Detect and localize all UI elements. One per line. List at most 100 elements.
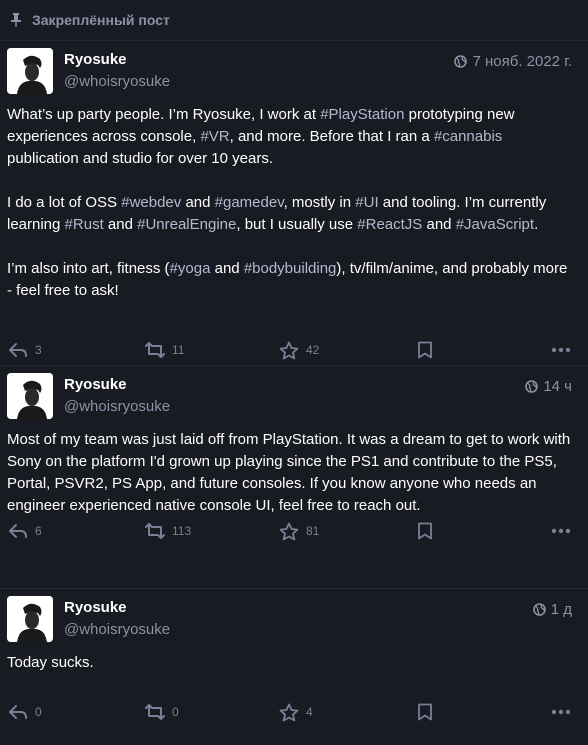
favourite-button[interactable]: 4 xyxy=(279,693,313,731)
avatar[interactable] xyxy=(7,48,53,94)
avatar[interactable] xyxy=(7,596,53,642)
reply-button[interactable]: 6 xyxy=(8,512,42,550)
status-paragraph: Today sucks. xyxy=(7,652,574,674)
ellipsis-icon xyxy=(551,709,571,715)
status-post[interactable]: Ryosuke @whoisryosuke 1 д Today sucks. 0… xyxy=(0,589,588,745)
star-icon xyxy=(279,703,299,721)
favourite-count: 42 xyxy=(306,343,320,357)
star-icon xyxy=(279,522,299,540)
hashtag-link[interactable]: #PlayStation xyxy=(320,106,404,123)
boost-icon xyxy=(145,523,165,539)
boost-button[interactable]: 11 xyxy=(145,331,184,369)
status-header: Ryosuke @whoisryosuke 7 нояб. 2022 г. xyxy=(0,41,588,97)
reply-icon xyxy=(9,343,27,357)
status-paragraph: Most of my team was just laid off from P… xyxy=(7,429,574,517)
hashtag-link[interactable]: #JavaScript xyxy=(456,216,534,233)
reply-icon xyxy=(9,705,27,719)
account-handle[interactable]: @whoisryosuke xyxy=(64,398,170,415)
star-icon xyxy=(279,341,299,359)
more-button[interactable] xyxy=(551,331,571,369)
status-text: . xyxy=(534,216,539,233)
status-paragraph: I do a lot of OSS #webdev and #gamedev , … xyxy=(7,192,574,236)
status-text: , but I usually use xyxy=(236,216,358,233)
globe-icon xyxy=(454,55,468,68)
boost-icon xyxy=(145,342,165,358)
status-text: and xyxy=(210,260,244,277)
status-post[interactable]: Ryosuke @whoisryosuke 7 нояб. 2022 г. Wh… xyxy=(0,41,588,366)
reply-icon xyxy=(9,524,27,538)
status-header: Ryosuke @whoisryosuke 14 ч xyxy=(0,366,588,422)
status-timestamp[interactable]: 7 нояб. 2022 г. xyxy=(454,53,572,70)
status-text: What’s up party people. I’m Ryosuke, I w… xyxy=(7,106,321,123)
hashtag-link[interactable]: #bodybuilding xyxy=(244,260,337,277)
bookmark-button[interactable] xyxy=(417,512,433,550)
status-text: and xyxy=(181,194,215,211)
hashtag-link[interactable]: #yoga xyxy=(170,260,211,277)
boost-count: 0 xyxy=(172,705,179,719)
status-paragraph: I’m also into art, fitness (#yoga and #b… xyxy=(7,258,574,302)
favourite-count: 81 xyxy=(306,524,320,538)
reply-button[interactable]: 0 xyxy=(8,693,42,731)
hashtag-link[interactable]: #VR xyxy=(200,128,229,145)
reply-count: 3 xyxy=(35,343,42,357)
status-text: Most of my team was just laid off from P… xyxy=(7,431,571,514)
reply-button[interactable]: 3 xyxy=(8,331,42,369)
hashtag-link[interactable]: #cannabis xyxy=(434,128,502,145)
display-name[interactable]: Ryosuke xyxy=(64,376,127,393)
display-name[interactable]: Ryosuke xyxy=(64,599,127,616)
more-button[interactable] xyxy=(551,512,571,550)
status-content: Most of my team was just laid off from P… xyxy=(0,422,588,517)
status-content: Today sucks. xyxy=(0,645,588,674)
favourite-button[interactable]: 42 xyxy=(279,331,319,369)
boost-icon xyxy=(145,704,165,720)
account-handle[interactable]: @whoisryosuke xyxy=(64,621,170,638)
pinned-post-header: Закреплённый пост xyxy=(0,0,588,41)
boost-count: 11 xyxy=(172,343,185,357)
boost-button[interactable]: 0 xyxy=(145,693,179,731)
bookmark-button[interactable] xyxy=(417,331,433,369)
globe-icon xyxy=(525,380,539,393)
account-handle[interactable]: @whoisryosuke xyxy=(64,73,170,90)
status-actions: 3 11 42 xyxy=(0,331,588,369)
favourite-count: 4 xyxy=(306,705,313,719)
hashtag-link[interactable]: #Rust xyxy=(65,216,104,233)
status-text: , and more. Before that I ran a xyxy=(229,128,434,145)
status-timestamp[interactable]: 1 д xyxy=(532,601,572,618)
pinned-post-label: Закреплённый пост xyxy=(32,12,170,28)
globe-icon xyxy=(532,603,546,616)
status-paragraph: What’s up party people. I’m Ryosuke, I w… xyxy=(7,104,574,170)
bookmark-button[interactable] xyxy=(417,693,433,731)
status-text: I do a lot of OSS xyxy=(7,194,122,211)
pin-icon xyxy=(11,13,21,27)
timestamp-text: 14 ч xyxy=(543,378,572,395)
timestamp-text: 7 нояб. 2022 г. xyxy=(472,53,572,70)
hashtag-link[interactable]: #ReactJS xyxy=(357,216,422,233)
avatar[interactable] xyxy=(7,373,53,419)
ellipsis-icon xyxy=(551,347,571,353)
status-actions: 6 113 81 xyxy=(0,512,588,550)
status-post[interactable]: Ryosuke @whoisryosuke 14 ч Most of my te… xyxy=(0,366,588,589)
hashtag-link[interactable]: #webdev xyxy=(121,194,181,211)
timestamp-text: 1 д xyxy=(550,601,572,618)
status-text: and xyxy=(103,216,138,233)
ellipsis-icon xyxy=(551,528,571,534)
hashtag-link[interactable]: #gamedev xyxy=(215,194,284,211)
more-button[interactable] xyxy=(551,693,571,731)
hashtag-link[interactable]: #UI xyxy=(355,194,378,211)
hashtag-link[interactable]: #UnrealEngine xyxy=(137,216,236,233)
status-text: and xyxy=(422,216,456,233)
boost-button[interactable]: 113 xyxy=(145,512,191,550)
boost-count: 113 xyxy=(172,524,192,538)
bookmark-icon xyxy=(418,703,432,721)
status-header: Ryosuke @whoisryosuke 1 д xyxy=(0,589,588,645)
status-text: I’m also into art, fitness ( xyxy=(7,260,170,277)
status-timestamp[interactable]: 14 ч xyxy=(525,378,572,395)
display-name[interactable]: Ryosuke xyxy=(64,51,127,68)
bookmark-icon xyxy=(418,341,432,359)
status-actions: 0 0 4 xyxy=(0,693,588,731)
favourite-button[interactable]: 81 xyxy=(279,512,319,550)
bookmark-icon xyxy=(418,522,432,540)
status-content: What’s up party people. I’m Ryosuke, I w… xyxy=(0,97,588,302)
reply-count: 0 xyxy=(35,705,42,719)
status-text: publication and studio for over 10 years… xyxy=(7,150,273,167)
